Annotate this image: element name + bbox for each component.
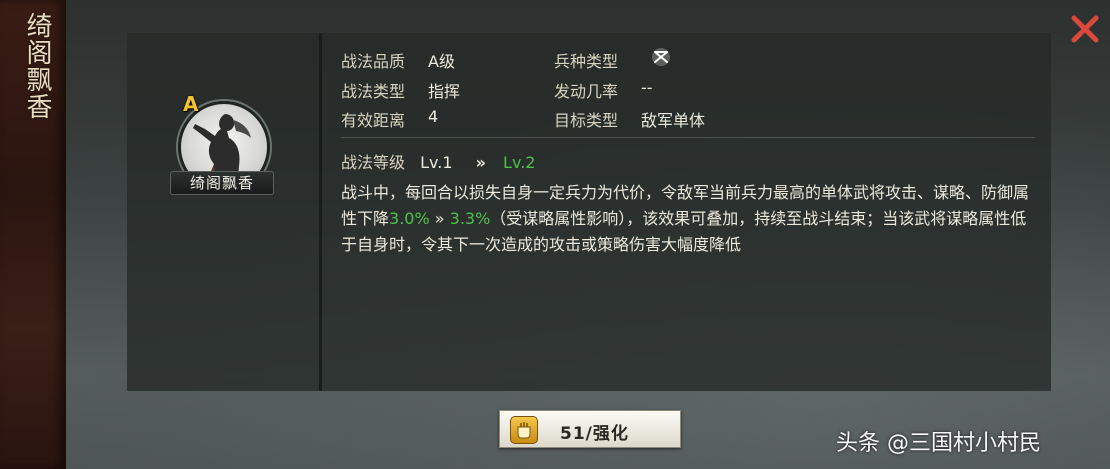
type-label: 战法类型	[341, 82, 406, 101]
quality-value: A级	[428, 52, 455, 71]
upgrade-fist-icon	[510, 416, 538, 444]
upgrade-button[interactable]: 51/强化	[499, 410, 681, 448]
level-current: Lv.1	[420, 153, 453, 172]
description-old-value: 3.0%	[389, 209, 430, 228]
close-button[interactable]	[1068, 12, 1102, 46]
close-icon	[1071, 15, 1099, 43]
section-divider	[341, 137, 1035, 138]
troop-row: 兵种类型	[554, 48, 670, 72]
quality-row: 战法品质 A级	[341, 48, 455, 72]
tactic-vertical-title: 绮阁飘香	[22, 12, 52, 120]
tactic-description: 战斗中，每回合以损失自身一定兵力为代价，令敌军当前兵力最高的单体武将攻击、谋略、…	[341, 180, 1041, 258]
rate-label: 发动几率	[554, 82, 619, 101]
quality-label: 战法品质	[341, 52, 406, 71]
target-value: 敌军单体	[641, 111, 706, 130]
type-row: 战法类型 指挥	[341, 78, 460, 102]
type-value: 指挥	[428, 82, 461, 101]
portrait-area	[127, 33, 317, 391]
description-arrow: »	[429, 209, 450, 228]
troop-label: 兵种类型	[554, 52, 619, 71]
level-arrow: »	[475, 153, 486, 172]
target-label: 目标类型	[554, 111, 619, 130]
crossed-weapons-icon	[652, 48, 670, 66]
target-row: 目标类型 敌军单体	[554, 107, 705, 131]
range-label: 有效距离	[341, 111, 406, 130]
watermark-text: 头条 @三国村小村民	[836, 431, 1041, 456]
range-row: 有效距离 4	[341, 107, 438, 131]
rate-row: 发动几率 --	[554, 78, 653, 102]
range-value: 4	[428, 107, 439, 126]
level-label: 战法等级	[341, 153, 406, 172]
upgrade-label: 51/强化	[560, 424, 629, 444]
description-new-value: 3.3%	[449, 209, 491, 228]
left-title-strip: 绮阁飘香	[0, 0, 66, 469]
fist-icon	[517, 422, 531, 439]
tactic-name-plate: 绮阁飘香	[170, 171, 274, 195]
level-next: Lv.2	[503, 153, 536, 172]
troop-icons	[650, 46, 672, 72]
grade-badge: A	[183, 92, 199, 116]
rate-value: --	[641, 78, 653, 97]
level-row: 战法等级 Lv.1 » Lv.2	[341, 149, 535, 173]
panel-divider	[319, 33, 322, 391]
